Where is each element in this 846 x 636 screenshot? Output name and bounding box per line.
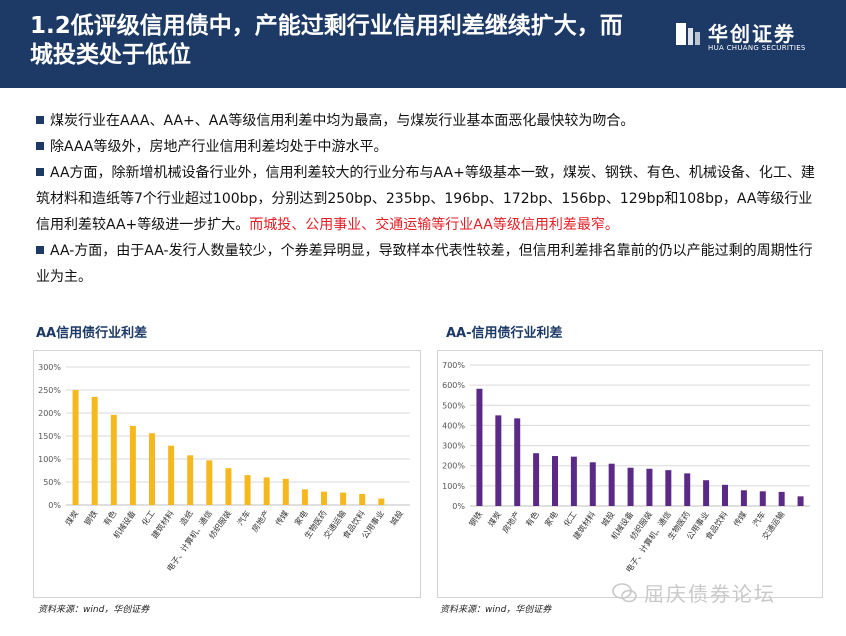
bar (703, 480, 710, 506)
bullet-square-icon (36, 142, 44, 150)
logo-text-cn: 华创证券 (708, 22, 796, 46)
bar (72, 390, 79, 505)
header-bar: 1.2低评级信用债中，产能过剩行业信用利差继续扩大，而城投类处于低位 华创证券 … (0, 0, 846, 88)
company-logo: 华创证券 HUA CHUANG SECURITIES (674, 20, 824, 60)
bar (91, 396, 98, 505)
chart-aa-spread: 0%50%100%150%200%250%300%煤炭 钢铁 有色机械设备 化工建筑材… (38, 363, 410, 573)
bar (476, 388, 483, 506)
bar (378, 498, 385, 505)
bar (797, 496, 804, 506)
bullet-item: AA-方面，由于AA-发行人数量较少，个券差异明显，导致样本代表性较差，但信用利… (36, 238, 826, 290)
bar (570, 456, 577, 506)
x-tick-label: 化工 (561, 509, 578, 528)
logo-mark-icon (676, 23, 700, 45)
bar (110, 414, 117, 505)
bar (340, 492, 347, 505)
bar (759, 491, 766, 506)
x-tick-label: 房地产 (249, 508, 271, 533)
x-tick-label: 煤炭 (63, 508, 80, 527)
bar (533, 453, 540, 506)
bullet-item: 煤炭行业在AAA、AA+、AA等级信用利差中均为最高，与煤炭行业基本面恶化最快较… (36, 108, 826, 134)
bar (168, 445, 175, 505)
chart-title-aa: AA信用债行业利差 (36, 326, 148, 341)
x-tick-label: 城投 (599, 509, 616, 528)
bullet-list: 煤炭行业在AAA、AA+、AA等级信用利差中均为最高，与煤炭行业基本面恶化最快较… (36, 108, 826, 290)
bar (778, 491, 785, 506)
bullet-square-icon (36, 246, 44, 254)
y-tick-label: 0% (48, 501, 61, 510)
bar (263, 477, 270, 505)
x-tick-label: 传媒 (731, 509, 748, 528)
bullet-square-icon (36, 116, 44, 124)
page-title: 1.2低评级信用债中，产能过剩行业信用利差继续扩大，而城投类处于低位 (30, 13, 623, 68)
x-tick-label: 汽车 (235, 508, 252, 527)
bar (514, 418, 521, 506)
y-tick-label: 150% (38, 432, 61, 441)
bar (627, 467, 634, 506)
logo-text-en: HUA CHUANG SECURITIES (708, 44, 806, 52)
bullet-item: 除AAA等级外，房地产行业信用利差均处于中游水平。 (36, 134, 826, 160)
bar (740, 490, 747, 506)
y-tick-label: 250% (38, 386, 61, 395)
watermark: 屈庆债券论坛 (612, 578, 832, 608)
chart-frame-aa-minus: 0% 100% 200% 300% 400% 500% 600% 700% 钢铁 煤炭 房地产 有色家… (437, 350, 823, 598)
x-tick-label: 汽车 (750, 509, 767, 528)
x-tick-label: 煤炭 (486, 509, 503, 528)
bullet-square-icon (36, 168, 44, 176)
bar (244, 475, 251, 505)
bar (646, 468, 653, 506)
x-tick-label: 城投 (388, 508, 405, 527)
chart-frame-aa: 0% 50% 100% 150% 200% 250% 300% 煤炭 钢铁 有色 机械设备 化工 建筑材… (33, 350, 421, 598)
x-tick-label: 化工 (139, 508, 156, 527)
bar (321, 491, 327, 505)
bullet-text: 煤炭行业在AAA、AA+、AA等级信用利差中均为最高，与煤炭行业基本面恶化最快较… (50, 113, 635, 129)
y-tick-label: 50% (43, 478, 61, 487)
watermark-text: 屈庆债券论坛 (644, 582, 776, 606)
bullet-highlight: 而城投、公用事业、交通运输等行业AA等级信用利差最窄。 (249, 217, 619, 233)
y-tick-label: 200% (442, 462, 465, 471)
y-tick-label: 300% (442, 442, 465, 451)
y-tick-label: 300% (38, 363, 61, 372)
source-note-left: 资料来源：wind，华创证券 (38, 605, 150, 615)
x-tick-label: 家电 (292, 508, 309, 527)
y-tick-label: 700% (442, 361, 465, 370)
x-tick-label: 有色 (523, 509, 540, 528)
bar (206, 460, 213, 505)
y-tick-label: 400% (442, 421, 465, 430)
chart-aa-minus-spread: 0% 100% 200% 300% 400% 500% 600% 700% 钢铁 煤炭房地产 有色家… (442, 361, 810, 574)
bar (149, 433, 155, 505)
bar (589, 462, 596, 506)
y-tick-label: 600% (442, 381, 465, 390)
bar (301, 489, 308, 505)
x-tick-label: 有色 (101, 508, 118, 527)
y-tick-label: 100% (442, 482, 465, 491)
bar (495, 415, 502, 506)
bullet-text: 除AAA等级外，房地产行业信用利差均处于中游水平。 (50, 139, 388, 155)
y-tick-label: 500% (442, 401, 465, 410)
bar (282, 478, 289, 505)
x-tick-label: 造纸 (177, 508, 194, 527)
bullet-text: AA-方面，由于AA-发行人数量较少，个券差异明显，导致样本代表性较差，但信用利… (36, 243, 813, 285)
bar (359, 493, 366, 505)
bar (608, 463, 615, 506)
y-tick-label: 0% (452, 502, 465, 511)
y-tick-label: 100% (38, 455, 61, 464)
bar (552, 456, 558, 506)
y-tick-label: 200% (38, 409, 61, 418)
x-tick-label: 传媒 (273, 508, 290, 527)
bar (129, 425, 136, 505)
x-tick-label: 钢铁 (82, 508, 99, 527)
x-tick-label: 家电 (542, 509, 559, 528)
bar (187, 455, 194, 505)
source-note-right: 资料来源：wind，华创证券 (440, 605, 552, 615)
chart-title-aa-minus: AA-信用债行业利差 (446, 326, 563, 341)
x-tick-label: 钢铁 (467, 509, 484, 528)
wechat-icon (612, 583, 637, 603)
x-tick-label: 房地产 (500, 509, 522, 534)
bar (722, 484, 728, 506)
bar (684, 473, 691, 506)
bar (225, 468, 232, 505)
bar (665, 470, 672, 506)
bullet-item: AA方面，除新增机械设备行业外，信用利差较大的行业分布与AA+等级基本一致，煤炭… (36, 160, 826, 238)
